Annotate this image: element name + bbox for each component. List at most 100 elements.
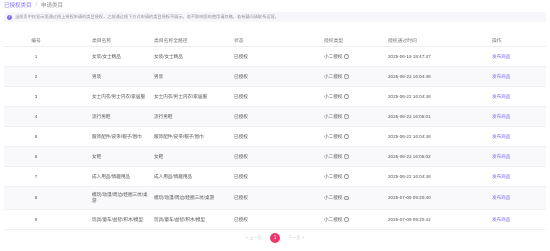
table-row: 9 玩具/童车/益智/积木/模型 玩具/童车/益智/积木/模型 已授权 小二授权? 202… bbox=[4, 210, 546, 230]
notice-banner: ! 当前页中仅显示您通过线上授权申请的类目授权，之前通过线下方式申请的类目授权不… bbox=[4, 12, 546, 22]
cell-name: 服饰配件/皮带/帽子/围巾 bbox=[92, 133, 142, 139]
cell-name: 男装 bbox=[92, 73, 102, 79]
cell-type: 小二授权? bbox=[324, 195, 364, 201]
cell-num: 5 bbox=[34, 133, 38, 139]
table-row: 1 女装/女士精品 女装/女士精品 已授权 小二授权? 2025-06-19 18:47:… bbox=[4, 47, 546, 67]
cell-time: 2025-06-22 16:05:02 bbox=[388, 153, 431, 159]
type-label: 小二授权 bbox=[324, 195, 343, 200]
cell-path: 模玩/动漫/周边/娃圈三坑/桌游 bbox=[154, 195, 215, 200]
cell-type: 小二授权? bbox=[324, 94, 364, 100]
table-row: 7 成人用品/情趣用品 成人用品/情趣用品 已授权 小二授权? 2025-06-22 16… bbox=[4, 167, 546, 187]
cell-status: 已授权 bbox=[234, 73, 248, 79]
cell-status: 已授权 bbox=[234, 53, 248, 59]
cell-time: 2025-06-22 16:04:48 bbox=[388, 173, 431, 179]
table-row: 2 男装 男装 已授权 小二授权? 2025-06-22 16:04:48 发布商品 bbox=[4, 67, 546, 87]
cell-name: 女装/女士精品 bbox=[92, 53, 121, 59]
cell-name: 女士内衣/男士内衣/家居服 bbox=[92, 93, 146, 99]
breadcrumb-separator: / bbox=[35, 1, 38, 8]
publish-product-link[interactable]: 发布商品 bbox=[492, 154, 522, 160]
cell-path: 服饰配件/皮带/帽子/围巾 bbox=[154, 133, 204, 139]
cell-time: 2025-06-22 16:04:48 bbox=[388, 93, 431, 99]
cell-type: 小二授权? bbox=[324, 134, 364, 140]
publish-product-link[interactable]: 发布商品 bbox=[492, 195, 522, 201]
cell-num: 6 bbox=[34, 153, 38, 159]
table-row: 6 女鞋 女鞋 已授权 小二授权? 2025-06-22 16:05:02 发布商品 bbox=[4, 147, 546, 167]
table-body: 1 女装/女士精品 女装/女士精品 已授权 小二授权? 2025-06-19 18:47:… bbox=[4, 47, 546, 230]
cell-num: 7 bbox=[34, 173, 38, 179]
cell-status: 已授权 bbox=[234, 173, 248, 179]
type-label: 小二授权 bbox=[324, 133, 343, 139]
breadcrumb-authorized[interactable]: 已授权类目 bbox=[4, 1, 32, 9]
type-label: 小二授权 bbox=[324, 93, 343, 99]
page-1-button[interactable]: 1 bbox=[270, 233, 280, 243]
cell-path: 流行男鞋 bbox=[154, 113, 173, 119]
cell-num: 4 bbox=[34, 113, 38, 119]
notice-text: 当前页中仅显示您通过线上授权申请的类目授权，之前通过线下方式申请的类目授权不展示… bbox=[15, 14, 279, 19]
publish-product-link[interactable]: 发布商品 bbox=[492, 174, 522, 180]
breadcrumb-current: 申请类目 bbox=[41, 2, 64, 9]
type-label: 小二授权 bbox=[324, 73, 343, 79]
type-label: 小二授权 bbox=[324, 53, 343, 59]
cell-status: 已授权 bbox=[234, 216, 248, 222]
publish-product-link[interactable]: 发布商品 bbox=[492, 54, 522, 60]
cell-time: 2025-06-22 16:04:48 bbox=[388, 133, 431, 139]
header-action: 操作 bbox=[492, 39, 502, 44]
cell-name: 成人用品/情趣用品 bbox=[92, 173, 131, 179]
cell-status: 已授权 bbox=[234, 133, 248, 139]
help-icon[interactable]: ? bbox=[344, 134, 349, 139]
cell-path: 男装 bbox=[154, 73, 164, 79]
cell-time: 2025-07-09 09:20:42 bbox=[388, 216, 431, 222]
publish-product-link[interactable]: 发布商品 bbox=[492, 114, 522, 120]
cell-type: 小二授权? bbox=[324, 74, 364, 80]
cell-status: 已授权 bbox=[234, 195, 248, 200]
help-icon[interactable]: ? bbox=[344, 174, 349, 179]
help-icon[interactable]: ? bbox=[344, 74, 349, 79]
next-page-button[interactable]: 下一页 > bbox=[288, 235, 304, 241]
cell-num: 2 bbox=[34, 73, 38, 79]
prev-page-button[interactable]: < 上一页 bbox=[246, 235, 262, 241]
cell-status: 已授权 bbox=[234, 153, 248, 159]
cell-num: 3 bbox=[34, 93, 38, 99]
header-status: 状态 bbox=[234, 39, 244, 44]
header-type: 授权类型 bbox=[324, 39, 344, 44]
publish-product-link[interactable]: 发布商品 bbox=[492, 134, 522, 140]
cell-name: 流行男鞋 bbox=[92, 113, 111, 119]
cell-type: 小二授权? bbox=[324, 154, 364, 160]
cell-num: 8 bbox=[34, 195, 38, 200]
cell-path: 女装/女士精品 bbox=[154, 53, 183, 59]
cell-status: 已授权 bbox=[234, 93, 248, 99]
cell-type: 小二授权? bbox=[324, 54, 364, 60]
type-label: 小二授权 bbox=[324, 113, 343, 119]
info-icon: ! bbox=[7, 14, 12, 20]
table-row: 3 女士内衣/男士内衣/家居服 女士内衣/男士内衣/家居服 已授权 小二授权? 2025-… bbox=[4, 87, 546, 107]
publish-product-link[interactable]: 发布商品 bbox=[492, 74, 522, 80]
cell-path: 玩具/童车/益智/积木/模型 bbox=[154, 216, 206, 222]
cell-type: 小二授权? bbox=[324, 114, 364, 120]
cell-num: 9 bbox=[34, 216, 38, 222]
publish-product-link[interactable]: 发布商品 bbox=[492, 94, 522, 100]
cell-path: 女鞋 bbox=[154, 153, 164, 159]
header-time: 授权通过时间 bbox=[388, 39, 417, 44]
cell-type: 小二授权? bbox=[324, 217, 364, 223]
cell-name: 玩具/童车/益智/积木/模型 bbox=[92, 216, 144, 222]
help-icon[interactable]: ? bbox=[344, 217, 349, 222]
header-num: 编号 bbox=[31, 39, 41, 44]
cell-status: 已授权 bbox=[234, 113, 248, 119]
help-icon[interactable]: ? bbox=[344, 54, 349, 59]
table-row: 4 流行男鞋 流行男鞋 已授权 小二授权? 2025-06-22 16:05:01 发布商品 bbox=[4, 107, 546, 127]
table-row: 8 模玩/动漫/周边/娃圈三坑/桌游 模玩/动漫/周边/娃圈三坑/桌游 已授权 小二授权… bbox=[4, 187, 546, 210]
type-label: 小二授权 bbox=[324, 216, 343, 222]
cell-path: 成人用品/情趣用品 bbox=[154, 173, 193, 179]
table-row: 5 服饰配件/皮带/帽子/围巾 服饰配件/皮带/帽子/围巾 已授权 小二授权? 2025-… bbox=[4, 127, 546, 147]
type-label: 小二授权 bbox=[324, 173, 343, 179]
help-icon[interactable]: ? bbox=[344, 114, 349, 119]
cell-time: 2025-06-19 18:47:47 bbox=[388, 53, 431, 59]
table-header: 编号 类目名称 类目名称全路径 状态 授权类型 授权通过时间 操作 bbox=[4, 35, 546, 47]
cell-name: 女鞋 bbox=[92, 153, 102, 159]
help-icon[interactable]: ? bbox=[344, 195, 349, 201]
cell-name: 模玩/动漫/周边/娃圈三坑/桌游 bbox=[92, 192, 148, 203]
publish-product-link[interactable]: 发布商品 bbox=[492, 217, 522, 223]
cell-time: 2025-06-22 16:04:48 bbox=[388, 73, 431, 79]
help-icon[interactable]: ? bbox=[344, 154, 349, 159]
help-icon[interactable]: ? bbox=[344, 94, 349, 99]
